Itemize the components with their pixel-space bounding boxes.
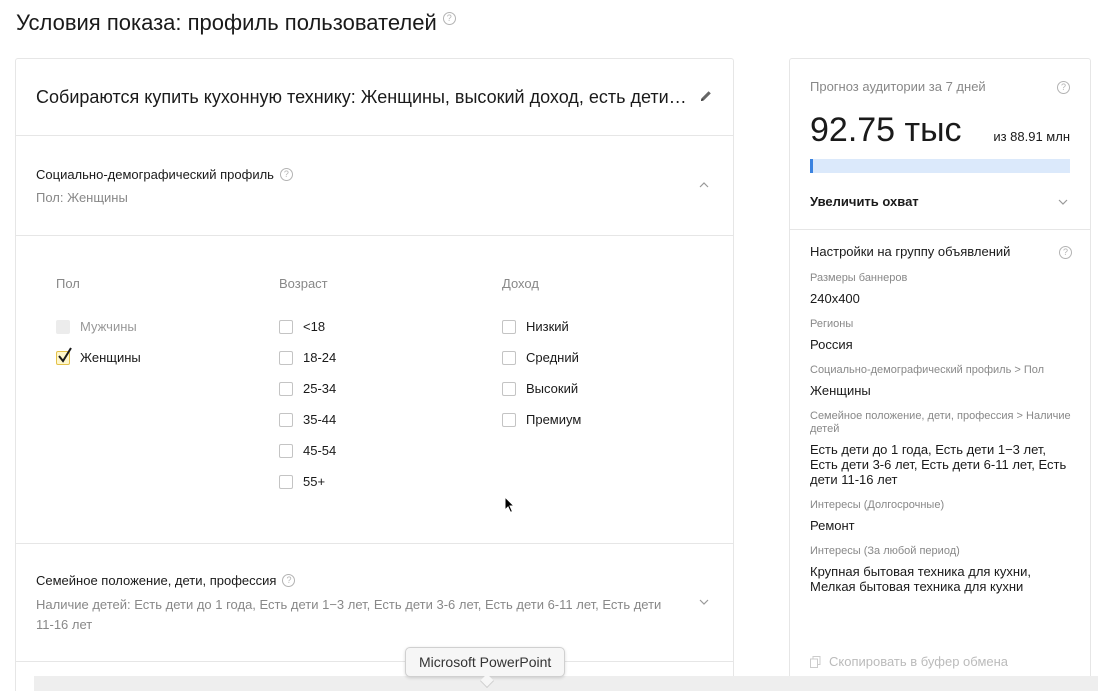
family-summary: Наличие детей: Есть дети до 1 года, Есть… [36, 597, 662, 632]
family-title: Семейное положение, дети, профессия ? [36, 573, 296, 588]
option-label: 55+ [303, 474, 326, 489]
demographics-options: Пол Мужчины Женщины Возраст <18 18-24 25… [16, 236, 733, 544]
age-option[interactable]: 35-44 [279, 404, 336, 435]
checkbox[interactable] [502, 319, 516, 334]
family-title-text: Семейное положение, дети, профессия [36, 573, 277, 588]
age-option[interactable]: 25-34 [279, 373, 336, 404]
option-label: <18 [303, 319, 326, 334]
setting-value: Ремонт [810, 518, 855, 533]
income-option[interactable]: Премиум [502, 404, 581, 435]
page-title: Условия показа: профиль пользователей ? [16, 10, 456, 36]
checkbox[interactable] [502, 381, 516, 396]
chevron-up-icon[interactable] [699, 180, 709, 190]
family-section-header[interactable]: Семейное положение, дети, профессия ? На… [16, 544, 733, 662]
checkbox[interactable] [279, 319, 293, 334]
targeting-card: Собираются купить кухонную технику: Женщ… [15, 58, 734, 691]
demographics-section-header[interactable]: Социально-демографический профиль ? Пол:… [16, 136, 733, 236]
copy-icon [810, 655, 821, 668]
forecast-progress-fill [810, 159, 813, 173]
setting-label: Интересы (За любой период) [810, 545, 960, 557]
gender-column: Пол Мужчины Женщины [56, 276, 141, 373]
age-option[interactable]: 18-24 [279, 342, 336, 373]
chevron-down-icon[interactable] [1058, 197, 1068, 207]
taskbar-strip [34, 676, 1098, 691]
app-tooltip: Microsoft PowerPoint [405, 647, 566, 677]
income-option[interactable]: Высокий [502, 373, 581, 404]
income-column: Доход Низкий Средний Высокий Премиум [502, 276, 581, 435]
chevron-down-icon[interactable] [699, 597, 709, 607]
gender-option-male[interactable]: Мужчины [56, 311, 141, 342]
forecast-progress-bar [810, 159, 1070, 173]
setting-value: 240x400 [810, 291, 860, 306]
question-circle-icon[interactable]: ? [1057, 81, 1070, 94]
checkbox[interactable] [279, 412, 293, 427]
gender-option-female[interactable]: Женщины [56, 342, 141, 373]
checkmark-icon [58, 346, 72, 363]
question-circle-icon[interactable]: ? [1059, 246, 1072, 259]
question-circle-icon[interactable]: ? [442, 11, 456, 25]
forecast-value: 92.75 тыс [810, 111, 962, 149]
option-label: 35-44 [303, 412, 337, 427]
setting-value: Есть дети до 1 года, Есть дети 1−3 лет, … [810, 442, 1067, 487]
option-label: Премиум [526, 412, 582, 427]
setting-label: Регионы [810, 318, 854, 330]
option-label: Мужчины [80, 319, 137, 334]
checkbox[interactable] [279, 350, 293, 365]
option-label: Высокий [526, 381, 579, 396]
checkbox[interactable] [502, 412, 516, 427]
pencil-icon[interactable] [699, 89, 713, 103]
gender-title: Пол [56, 276, 80, 291]
income-option[interactable]: Низкий [502, 311, 581, 342]
forecast-card: Прогноз аудитории за 7 дней ? 92.75 тыс … [789, 58, 1091, 691]
setting-value: Россия [810, 337, 853, 352]
setting-label: Социально-демографический профиль > Пол [810, 364, 1045, 376]
demographics-title-text: Социально-демографический профиль [36, 167, 274, 182]
demographics-summary: Пол: Женщины [36, 190, 128, 205]
page-title-text: Условия показа: профиль пользователей [16, 10, 437, 35]
setting-label: Размеры баннеров [810, 272, 908, 284]
setting-label: Семейное положение, дети, профессия > На… [810, 410, 1071, 435]
option-label: 18-24 [303, 350, 337, 365]
demographics-title: Социально-демографический профиль ? [36, 167, 293, 182]
forecast-total: из 88.91 млн [993, 129, 1070, 144]
option-label: Низкий [526, 319, 569, 334]
income-option[interactable]: Средний [502, 342, 581, 373]
ad-group-settings: Настройки на группу объявлений ? Размеры… [810, 244, 1072, 606]
checkbox[interactable] [279, 443, 293, 458]
setting-value: Женщины [810, 383, 871, 398]
setting-value: Крупная бытовая техника для кухни, Мелка… [810, 564, 1031, 594]
copy-label: Скопировать в буфер обмена [829, 654, 1009, 669]
increase-reach-toggle[interactable]: Увеличить охват [810, 194, 919, 209]
age-option[interactable]: 45-54 [279, 435, 336, 466]
divider [790, 229, 1090, 230]
mouse-cursor-icon [504, 496, 516, 514]
age-title: Возраст [279, 276, 328, 291]
option-label: 25-34 [303, 381, 337, 396]
age-column: Возраст <18 18-24 25-34 35-44 45-54 55+ [279, 276, 336, 497]
checkbox[interactable] [56, 319, 70, 334]
checkbox-checked[interactable] [56, 346, 72, 365]
checkbox[interactable] [279, 474, 293, 489]
option-label: Женщины [80, 350, 141, 365]
forecast-label: Прогноз аудитории за 7 дней [810, 79, 986, 94]
segment-title: Собираются купить кухонную технику: Женщ… [36, 87, 687, 107]
segment-header: Собираются купить кухонную технику: Женщ… [16, 59, 733, 136]
option-label: 45-54 [303, 443, 337, 458]
setting-label: Интересы (Долгосрочные) [810, 499, 945, 511]
settings-title: Настройки на группу объявлений [810, 244, 1011, 259]
checkbox[interactable] [279, 381, 293, 396]
income-title: Доход [502, 276, 539, 291]
age-option[interactable]: <18 [279, 311, 336, 342]
question-circle-icon[interactable]: ? [279, 168, 293, 181]
question-circle-icon[interactable]: ? [282, 574, 296, 587]
age-option[interactable]: 55+ [279, 466, 336, 497]
copy-to-clipboard-button[interactable]: Скопировать в буфер обмена [810, 654, 1008, 669]
option-label: Средний [526, 350, 579, 365]
checkbox[interactable] [502, 350, 516, 365]
